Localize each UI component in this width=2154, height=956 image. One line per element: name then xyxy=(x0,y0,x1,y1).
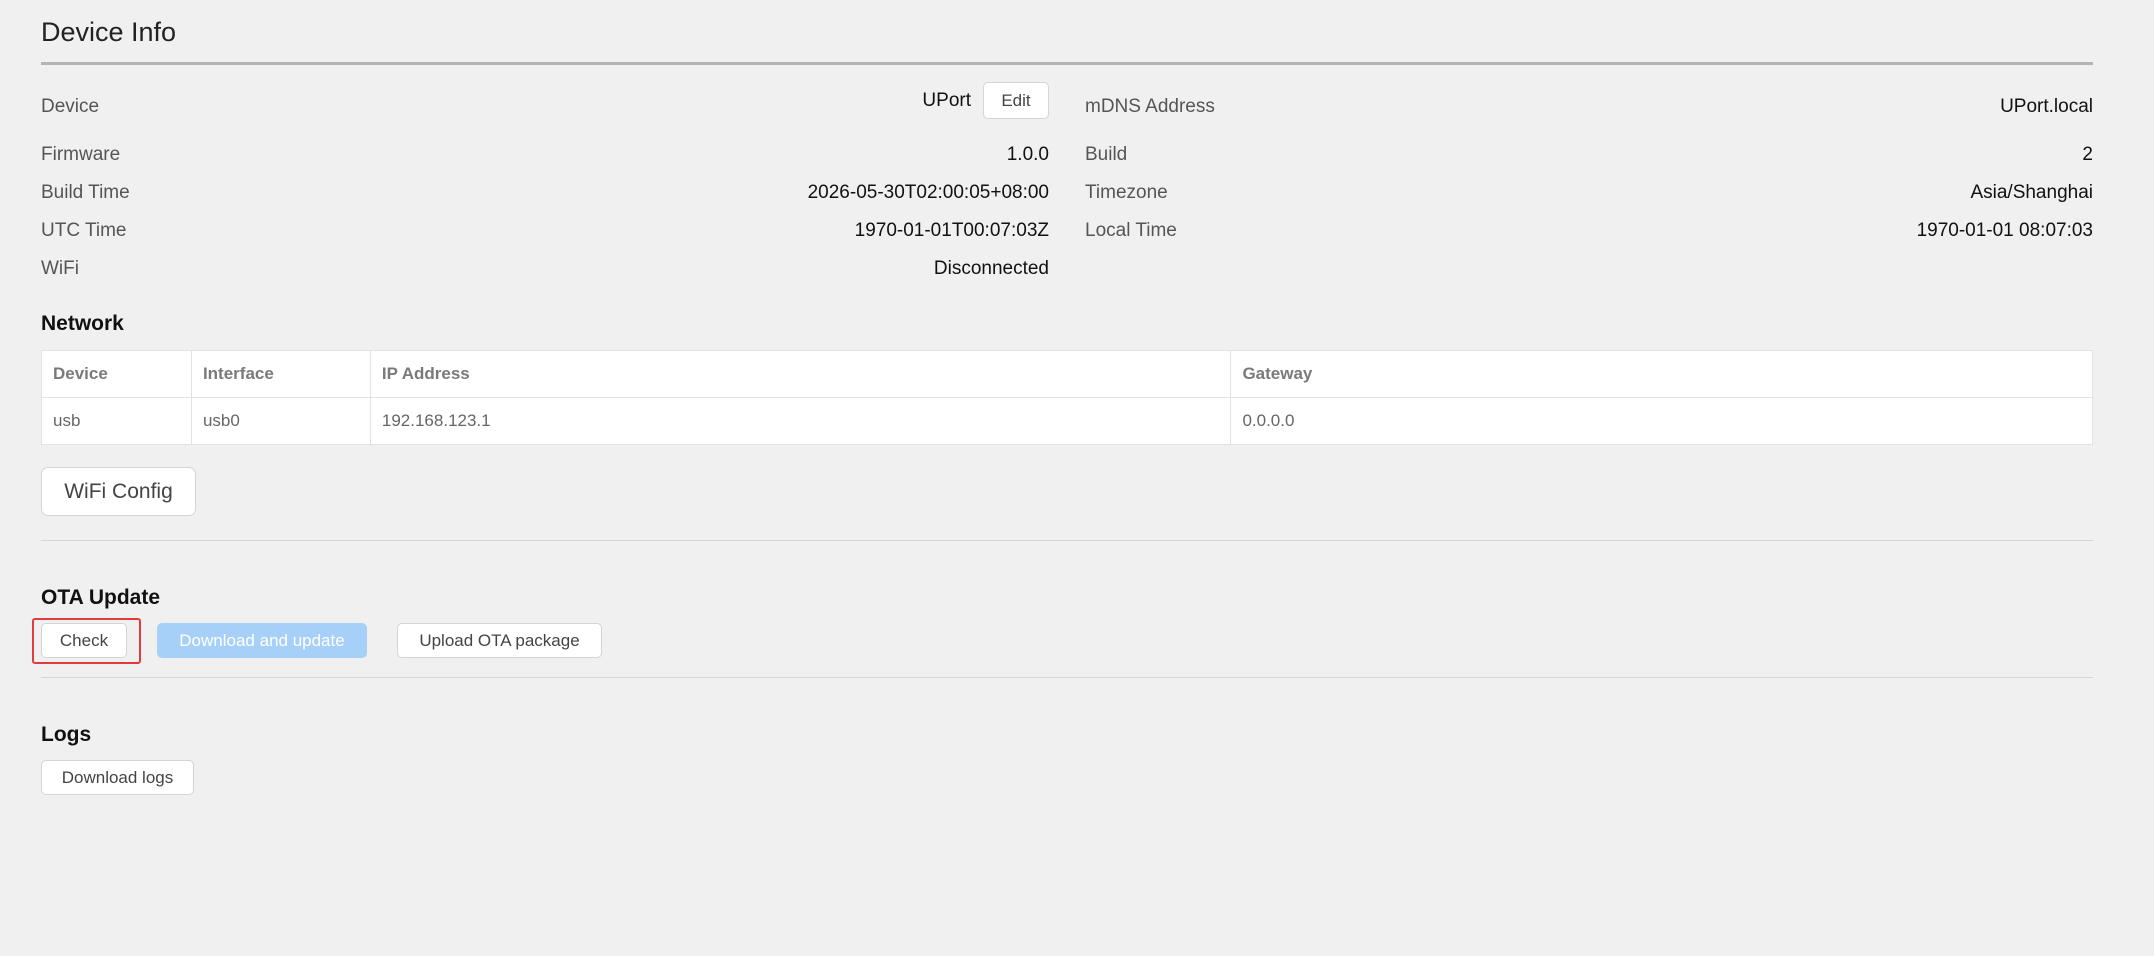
device-label: Device xyxy=(41,96,100,117)
local-time-row: Local Time 1970-01-01 08:07:03 xyxy=(1085,220,2093,254)
device-name-value: UPort xyxy=(922,89,971,111)
check-update-button[interactable]: Check xyxy=(41,623,127,658)
logs-section-title: Logs xyxy=(41,723,92,746)
table-header-row: Device Interface IP Address Gateway xyxy=(41,350,2093,398)
timezone-row: Timezone Asia/Shanghai xyxy=(1085,182,2093,216)
firmware-value: 1.0.0 xyxy=(1006,144,1049,165)
device-row: Device UPort Edit xyxy=(41,82,1049,130)
device-value-group: UPort Edit xyxy=(922,82,1049,119)
page-title: Device Info xyxy=(41,17,177,47)
mdns-label: mDNS Address xyxy=(1085,96,1215,117)
network-section-title: Network xyxy=(41,312,124,335)
column-header-ip-address: IP Address xyxy=(369,350,1232,398)
mdns-row: mDNS Address UPort.local xyxy=(1085,96,2093,130)
upload-ota-package-button[interactable]: Upload OTA package xyxy=(397,623,602,658)
title-divider xyxy=(41,62,2093,65)
utc-time-row: UTC Time 1970-01-01T00:07:03Z xyxy=(41,220,1049,254)
timezone-label: Timezone xyxy=(1085,182,1168,203)
utc-time-label: UTC Time xyxy=(41,220,127,241)
download-and-update-button[interactable]: Download and update xyxy=(157,623,367,658)
build-time-value: 2026-05-30T02:00:05+08:00 xyxy=(807,182,1049,203)
firmware-row: Firmware 1.0.0 xyxy=(41,144,1049,178)
mdns-value: UPort.local xyxy=(2000,96,2093,117)
build-time-row: Build Time 2026-05-30T02:00:05+08:00 xyxy=(41,182,1049,216)
cell-ip-address: 192.168.123.1 xyxy=(369,397,1232,445)
ota-section-title: OTA Update xyxy=(41,586,160,609)
download-logs-button[interactable]: Download logs xyxy=(41,760,194,795)
firmware-label: Firmware xyxy=(41,144,121,165)
utc-time-value: 1970-01-01T00:07:03Z xyxy=(854,220,1049,241)
wifi-row: WiFi Disconnected xyxy=(41,258,1049,292)
local-time-label: Local Time xyxy=(1085,220,1177,241)
section-divider xyxy=(41,540,2093,541)
local-time-value: 1970-01-01 08:07:03 xyxy=(1916,220,2093,241)
column-header-interface: Interface xyxy=(190,350,371,398)
table-row: usb usb0 192.168.123.1 0.0.0.0 xyxy=(41,397,2093,445)
column-header-device: Device xyxy=(41,350,192,398)
build-label: Build xyxy=(1085,144,1128,165)
wifi-label: WiFi xyxy=(41,258,79,279)
build-time-label: Build Time xyxy=(41,182,130,203)
timezone-value: Asia/Shanghai xyxy=(1970,182,2093,203)
build-row: Build 2 xyxy=(1085,144,2093,178)
column-header-gateway: Gateway xyxy=(1230,350,2093,398)
cell-gateway: 0.0.0.0 xyxy=(1230,397,2093,445)
section-divider xyxy=(41,677,2093,678)
wifi-config-button[interactable]: WiFi Config xyxy=(41,467,196,516)
build-value: 2 xyxy=(2082,144,2093,165)
network-table: Device Interface IP Address Gateway usb … xyxy=(41,350,2093,445)
cell-device: usb xyxy=(41,397,192,445)
edit-device-name-button[interactable]: Edit xyxy=(983,82,1049,119)
cell-interface: usb0 xyxy=(190,397,371,445)
wifi-status-value: Disconnected xyxy=(933,258,1049,279)
